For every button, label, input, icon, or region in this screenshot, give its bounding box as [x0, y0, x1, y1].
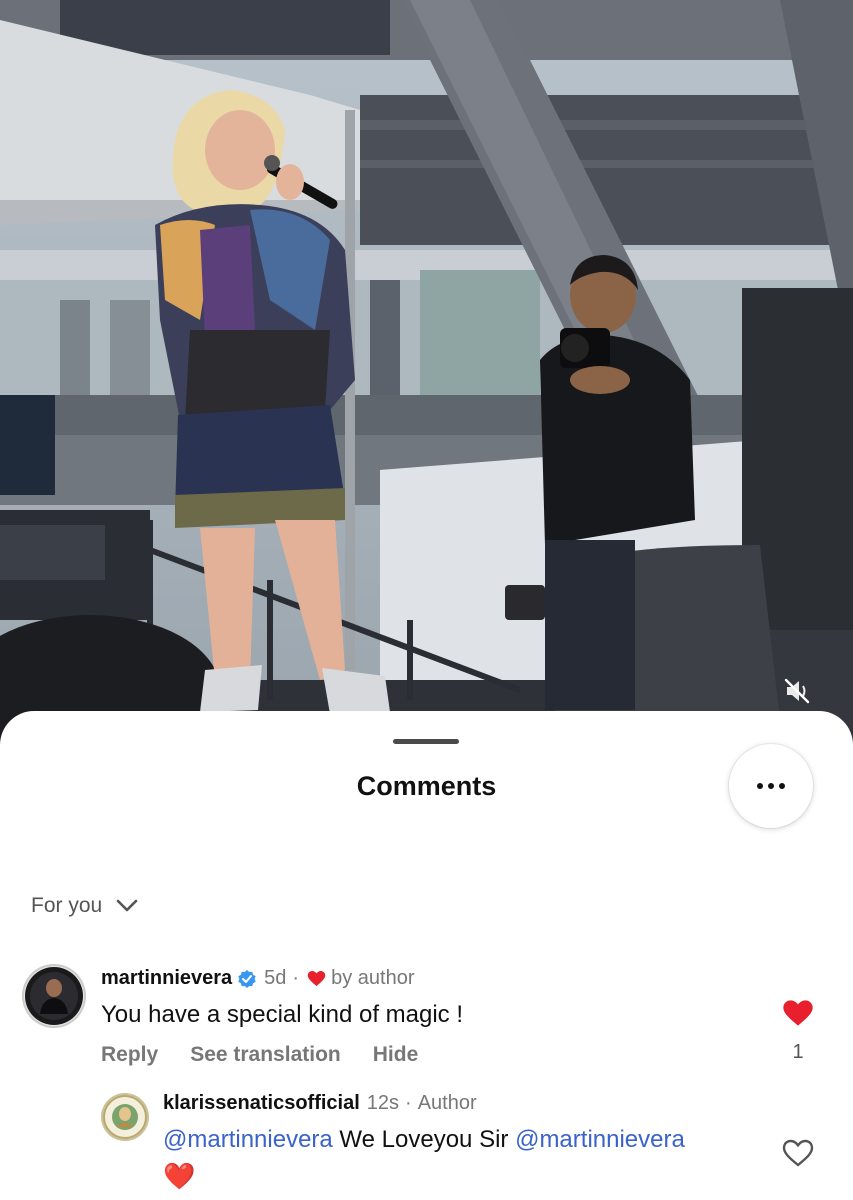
avatar[interactable]: [22, 964, 86, 1028]
verified-icon: [237, 969, 257, 989]
comment-meta: martinnievera 5d · by author: [101, 967, 414, 990]
meta-separator: ·: [405, 1092, 412, 1114]
mute-icon: [784, 678, 810, 704]
more-icon: [757, 783, 763, 789]
comment-username[interactable]: martinnievera: [101, 967, 232, 990]
comment-actions: Reply See translation Hide: [101, 1043, 418, 1067]
author-badge: Author: [417, 1092, 477, 1114]
more-icon-dot: [768, 783, 774, 789]
comment-time: 5d: [264, 967, 287, 989]
like-count: 1: [792, 1041, 804, 1063]
reply-username[interactable]: klarissenaticsofficial: [163, 1092, 360, 1115]
reply-text: @martinnievera We Loveyou Sir @martinnie…: [163, 1126, 685, 1154]
avatar-image: [25, 967, 83, 1025]
heart-outline-icon[interactable]: [782, 1139, 814, 1167]
comment-item: martinnievera 5d · by author You have a …: [0, 963, 853, 1093]
like-control[interactable]: 1: [778, 999, 818, 1064]
mention-link[interactable]: @martinnievera: [515, 1126, 685, 1153]
liked-by-author-label: by author: [331, 967, 415, 989]
sort-selector[interactable]: For you: [31, 894, 138, 918]
mute-button[interactable]: [782, 676, 818, 712]
more-icon-dot: [779, 783, 785, 789]
heart-icon[interactable]: [782, 999, 814, 1027]
avatar[interactable]: [101, 1093, 149, 1141]
reply-emoji: ❤️: [163, 1161, 196, 1191]
sheet-title: Comments: [356, 771, 497, 801]
mention-link[interactable]: @martinnievera: [163, 1126, 333, 1153]
reply-time: 12s: [366, 1092, 400, 1114]
sheet-grabber[interactable]: [393, 739, 459, 744]
reply-meta: klarissenaticsofficial 12s · Author: [163, 1092, 477, 1115]
more-options-button[interactable]: [729, 744, 813, 828]
like-control[interactable]: [778, 1139, 818, 1167]
video-player[interactable]: [0, 0, 853, 760]
reply-text-middle: We Loveyou Sir: [332, 1126, 516, 1153]
hide-button[interactable]: Hide: [373, 1043, 419, 1067]
concert-photo: [0, 0, 853, 760]
comment-text: You have a special kind of magic !: [101, 1001, 464, 1028]
heart-icon: [307, 970, 326, 987]
see-translation-button[interactable]: See translation: [190, 1043, 341, 1067]
chevron-down-icon: [116, 899, 138, 912]
sort-label: For you: [31, 894, 103, 917]
avatar-image: [103, 1095, 147, 1139]
reply-button[interactable]: Reply: [101, 1043, 158, 1067]
reply-item: klarissenaticsofficial 12s · Author @mar…: [0, 1089, 853, 1200]
meta-separator: ·: [292, 967, 300, 989]
comments-sheet: Comments For you martinnievera 5d · by a…: [0, 711, 853, 1200]
